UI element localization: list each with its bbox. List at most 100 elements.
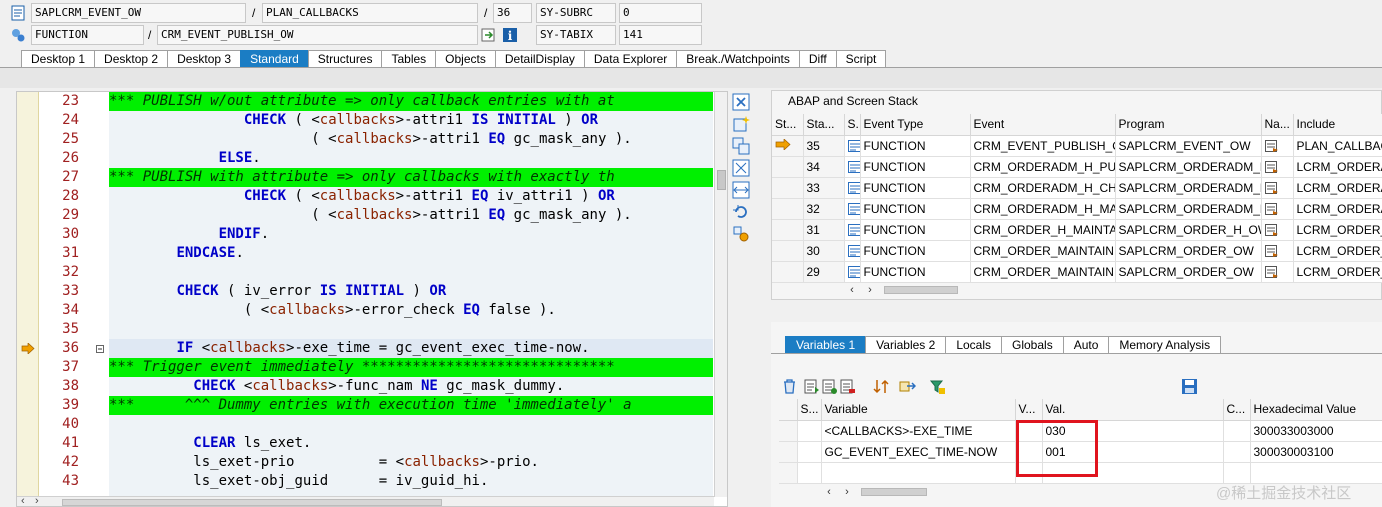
stack-navigate-cell[interactable] [1261, 135, 1294, 157]
source-code-editor[interactable]: 23 *** PUBLISH w/out attribute => only ca… [16, 91, 728, 507]
delete-icon[interactable] [781, 378, 798, 395]
code-text[interactable]: CHECK ( <callbacks>-attri1 IS INITIAL ) … [109, 111, 713, 130]
code-text[interactable]: CLEAR ls_exet. [109, 434, 713, 453]
column-header-hexadecimal-value[interactable]: Hexadecimal Value [1250, 399, 1382, 421]
code-text[interactable]: CHECK ( iv_error IS INITIAL ) OR [109, 282, 713, 301]
code-line[interactable]: 27 *** PUBLISH with attribute => only cal… [17, 168, 727, 187]
code-line[interactable]: 40 [17, 415, 727, 434]
tab-tables[interactable]: Tables [381, 50, 437, 68]
navigate-source-icon[interactable] [1264, 265, 1279, 278]
scroll-thumb[interactable] [884, 286, 958, 294]
scroll-thumb[interactable] [717, 170, 726, 190]
tab-standard[interactable]: Standard [240, 50, 309, 68]
save-icon[interactable] [1181, 378, 1198, 395]
column-header-s[interactable]: S... [797, 399, 822, 421]
include-field[interactable]: PLAN_CALLBACKS [262, 3, 478, 23]
stack-row[interactable]: 35 FUNCTIONCRM_EVENT_PUBLISH_O...SAPLCRM_… [772, 135, 1382, 157]
code-line[interactable]: 42 ls_exet-prio = <callbacks>-prio. [17, 453, 727, 472]
code-text[interactable]: ( <callbacks>-error_check EQ false ). [109, 301, 713, 320]
variables-scroll-bar[interactable]: ‹ › [823, 485, 943, 499]
variable-name-input[interactable]: GC_EVENT_EXEC_TIME-NOW [821, 441, 1016, 463]
program-field[interactable]: SAPLCRM_EVENT_OW [31, 3, 246, 23]
column-header-event[interactable]: Event [970, 114, 1116, 136]
navigate-source-icon[interactable] [1264, 244, 1279, 257]
tab-locals[interactable]: Locals [945, 336, 1002, 354]
stack-navigate-cell[interactable] [1261, 261, 1294, 283]
scroll-right-icon[interactable]: › [35, 495, 39, 506]
stack-row[interactable]: 34 FUNCTIONCRM_ORDERADM_H_PUB...SAPLCRM_O… [772, 156, 1382, 178]
stack-row[interactable]: 31 FUNCTION CRM_ORDER_H_MAINTA... SAPLCRM_O… [772, 219, 1382, 241]
tab-break-watchpoints[interactable]: Break./Watchpoints [676, 50, 800, 68]
tab-variables-1[interactable]: Variables 1 [785, 336, 867, 354]
column-header-variable[interactable]: Variable [821, 399, 1016, 421]
code-text[interactable]: ENDIF. [109, 225, 713, 244]
undo-icon[interactable] [732, 203, 750, 221]
new-tool-icon[interactable] [732, 115, 750, 133]
code-line[interactable]: 25 ( <callbacks>-attri1 EQ gc_mask_any )… [17, 130, 727, 149]
row-selector[interactable] [779, 462, 798, 484]
stack-scroll-bar[interactable]: ‹ › [846, 283, 966, 297]
row-selector[interactable] [779, 420, 798, 442]
code-text[interactable] [109, 263, 713, 282]
variable-change-cell[interactable] [1223, 420, 1251, 442]
column-header-na[interactable]: Na... [1261, 114, 1294, 136]
tab-desktop-2[interactable]: Desktop 2 [94, 50, 169, 68]
tab-desktop-3[interactable]: Desktop 3 [167, 50, 242, 68]
transfer-icon[interactable] [899, 378, 916, 395]
code-line[interactable]: 43 ls_exet-obj_guid = iv_guid_hi. [17, 472, 727, 491]
stack-row[interactable]: 32 FUNCTIONCRM_ORDERADM_H_MAI...SAPLCRM_O… [772, 198, 1382, 220]
delete-row-icon[interactable] [839, 378, 856, 395]
code-text[interactable]: *** PUBLISH w/out attribute => only call… [109, 92, 713, 111]
variable-change-cell[interactable] [1223, 441, 1251, 463]
tab-structures[interactable]: Structures [307, 50, 383, 68]
tab-detaildisplay[interactable]: DetailDisplay [494, 50, 585, 68]
row-selector[interactable] [779, 441, 798, 463]
scroll-thumb[interactable] [62, 499, 442, 506]
swap-icon[interactable] [732, 181, 750, 199]
code-line[interactable]: 41 CLEAR ls_exet. [17, 434, 727, 453]
code-text[interactable]: ( <callbacks>-attri1 EQ gc_mask_any ). [109, 206, 713, 225]
navigate-icon[interactable] [481, 27, 497, 43]
column-header-val[interactable]: Val. [1042, 399, 1224, 421]
code-text[interactable]: *** PUBLISH with attribute => only callb… [109, 168, 713, 187]
stack-navigate-cell[interactable] [1261, 240, 1294, 262]
variable-name-input[interactable] [821, 462, 1016, 484]
tab-variables-2[interactable]: Variables 2 [865, 336, 947, 354]
scroll-left-icon[interactable]: ‹ [846, 283, 858, 297]
code-line[interactable]: 35 [17, 320, 727, 339]
scroll-left-icon[interactable]: ‹ [823, 485, 835, 499]
navigate-source-icon[interactable] [1264, 223, 1279, 236]
maximize-icon[interactable] [732, 159, 750, 177]
sort-icon[interactable] [873, 378, 890, 395]
code-text[interactable]: *** Trigger event immediately **********… [109, 358, 713, 377]
column-header-select[interactable] [779, 399, 798, 421]
code-text[interactable]: *** ^^^ Dummy entries with execution tim… [109, 396, 713, 415]
code-text[interactable] [109, 320, 713, 339]
code-text[interactable]: CHECK ( <callbacks>-attri1 EQ iv_attri1 … [109, 187, 713, 206]
variable-change-cell[interactable] [1223, 462, 1251, 484]
code-line[interactable]: 30 ENDIF. [17, 225, 727, 244]
code-text[interactable]: ( <callbacks>-attri1 EQ gc_mask_any ). [109, 130, 713, 149]
filter-icon[interactable] [929, 378, 946, 395]
stack-navigate-cell[interactable] [1261, 219, 1294, 241]
tab-diff[interactable]: Diff [798, 50, 837, 68]
code-text[interactable]: IF <callbacks>-exe_time = gc_event_exec_… [109, 339, 713, 358]
code-line[interactable]: 24 CHECK ( <callbacks>-attri1 IS INITIAL… [17, 111, 727, 130]
fold-collapse-icon[interactable] [96, 345, 104, 353]
scroll-right-icon[interactable]: › [841, 485, 853, 499]
close-tool-icon[interactable] [732, 93, 750, 111]
code-line[interactable]: 36 IF <callbacks>-exe_time = gc_event_ex… [17, 339, 727, 358]
code-line[interactable]: 28 CHECK ( <callbacks>-attri1 EQ iv_attr… [17, 187, 727, 206]
details-icon[interactable] [803, 378, 820, 395]
scroll-left-icon[interactable]: ‹ [21, 495, 25, 506]
code-line[interactable]: 37 *** Trigger event immediately ********… [17, 358, 727, 377]
code-line[interactable]: 34 ( <callbacks>-error_check EQ false ). [17, 301, 727, 320]
code-line[interactable]: 33 CHECK ( iv_error IS INITIAL ) OR [17, 282, 727, 301]
code-line[interactable]: 39 *** ^^^ Dummy entries with execution t… [17, 396, 727, 415]
tab-auto[interactable]: Auto [1062, 336, 1110, 354]
tab-objects[interactable]: Objects [435, 50, 496, 68]
navigate-source-icon[interactable] [1264, 160, 1279, 173]
replace-tool-icon[interactable] [732, 137, 750, 155]
stack-navigate-cell[interactable] [1261, 177, 1294, 199]
vertical-scrollbar[interactable] [714, 92, 727, 497]
